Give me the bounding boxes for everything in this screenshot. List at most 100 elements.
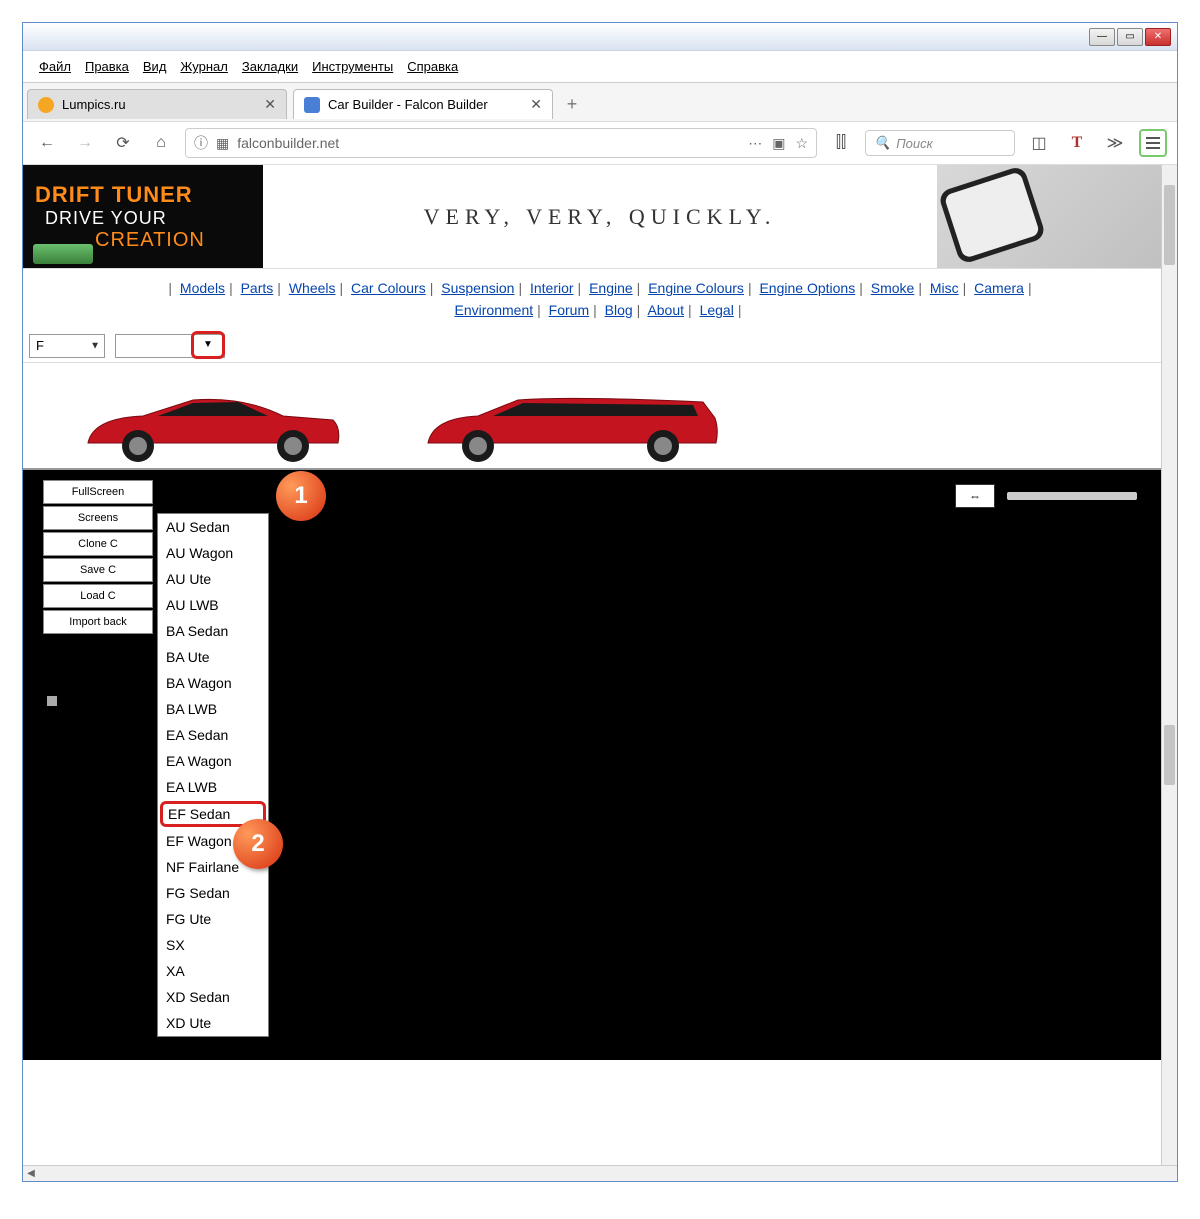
nav-engine-options[interactable]: Engine Options [759,280,855,296]
nav-environment[interactable]: Environment [455,302,534,318]
car-sedan-graphic [83,388,343,468]
tab-carbuilder[interactable]: Car Builder - Falcon Builder ✕ [293,89,553,119]
fullscreen-button[interactable]: FullScreen [43,480,153,504]
scroll-thumb[interactable] [1164,725,1175,785]
close-tab-icon[interactable]: ✕ [530,96,542,113]
overflow-icon[interactable]: ≫ [1101,129,1129,157]
screens-button[interactable]: Screens [43,506,153,530]
option-au-lwb[interactable]: AU LWB [158,592,268,618]
tab-lumpics[interactable]: Lumpics.ru ✕ [27,89,287,119]
import-back-button[interactable]: Import back [43,610,153,634]
back-button[interactable]: ← [33,129,61,157]
search-placeholder: Поиск [896,136,933,151]
ad-line: DRIVE YOUR [45,208,251,229]
menu-help[interactable]: Справка [401,57,464,76]
reader-icon[interactable]: ▣ [772,135,785,152]
load-button[interactable]: Load C [43,584,153,608]
nav-misc[interactable]: Misc [930,280,959,296]
minimize-button[interactable]: — [1089,28,1115,46]
option-ea-sedan[interactable]: EA Sedan [158,722,268,748]
stage-marker [47,696,57,706]
nav-smoke[interactable]: Smoke [871,280,915,296]
page-hscrollbar[interactable]: ◀ [23,1165,1177,1181]
width-slider[interactable] [1007,492,1137,500]
banner: DRIFT TUNER DRIVE YOUR CREATION VERY, VE… [23,165,1177,269]
option-xd-sedan[interactable]: XD Sedan [158,984,268,1010]
scroll-left-icon[interactable]: ◀ [23,1166,39,1182]
nav-models[interactable]: Models [180,280,225,296]
nav-about[interactable]: About [647,302,684,318]
forward-button[interactable]: → [71,129,99,157]
banner-tagline: VERY, VERY, QUICKLY. [263,165,937,268]
option-fg-ute[interactable]: FG Ute [158,906,268,932]
url-text: falconbuilder.net [237,135,339,151]
option-xd-ute[interactable]: XD Ute [158,1010,268,1036]
option-ba-sedan[interactable]: BA Sedan [158,618,268,644]
model-dropdown-list: AU Sedan AU Wagon AU Ute AU LWB BA Sedan… [157,513,269,1037]
option-au-ute[interactable]: AU Ute [158,566,268,592]
nav-blog[interactable]: Blog [605,302,633,318]
banner-ad-right[interactable] [937,165,1177,268]
maximize-button[interactable]: ▭ [1117,28,1143,46]
search-box[interactable]: 🔍 Поиск [865,130,1015,156]
option-ea-wagon[interactable]: EA Wagon [158,748,268,774]
new-tab-button[interactable]: + [559,91,585,117]
nav-parts[interactable]: Parts [241,280,274,296]
scroll-thumb[interactable] [1164,185,1175,265]
page-vscrollbar[interactable] [1161,165,1177,1165]
tab-title: Car Builder - Falcon Builder [328,97,488,112]
tab-favicon-icon [304,97,320,113]
menu-tools[interactable]: Инструменты [306,57,399,76]
car-preview-strip [23,362,1177,470]
menu-view[interactable]: Вид [137,57,173,76]
tool-icon[interactable]: T [1063,129,1091,157]
tab-favicon-icon [38,97,54,113]
home-button[interactable]: ⌂ [147,129,175,157]
option-au-sedan[interactable]: AU Sedan [158,514,268,540]
library-icon[interactable]: ⫿⫿ [827,129,855,157]
option-fg-sedan[interactable]: FG Sedan [158,880,268,906]
close-window-button[interactable]: ✕ [1145,28,1171,46]
option-au-wagon[interactable]: AU Wagon [158,540,268,566]
nav-suspension[interactable]: Suspension [441,280,514,296]
banner-ad-left[interactable]: DRIFT TUNER DRIVE YOUR CREATION [23,165,263,268]
menu-file[interactable]: Файл [33,57,77,76]
reload-button[interactable]: ⟳ [109,129,137,157]
clone-button[interactable]: Clone C [43,532,153,556]
search-icon: 🔍 [874,135,890,151]
option-ba-wagon[interactable]: BA Wagon [158,670,268,696]
more-icon[interactable]: ⋯ [748,135,762,152]
sidebar-icon[interactable]: ◫ [1025,129,1053,157]
hamburger-menu-button[interactable] [1139,129,1167,157]
nav-wheels[interactable]: Wheels [289,280,336,296]
option-xa[interactable]: XA [158,958,268,984]
nav-engine[interactable]: Engine [589,280,633,296]
nav-legal[interactable]: Legal [700,302,734,318]
option-ea-lwb[interactable]: EA LWB [158,774,268,800]
info-icon[interactable]: ⓘ [194,133,208,153]
close-tab-icon[interactable]: ✕ [264,96,276,113]
menu-bookmarks[interactable]: Закладки [236,57,304,76]
option-sx[interactable]: SX [158,932,268,958]
nav-forum[interactable]: Forum [549,302,589,318]
make-dropdown[interactable]: F ▼ [29,334,105,358]
nav-camera[interactable]: Camera [974,280,1024,296]
page-content: DRIFT TUNER DRIVE YOUR CREATION VERY, VE… [23,165,1177,1165]
star-icon[interactable]: ☆ [795,135,808,152]
nav-car-colours[interactable]: Car Colours [351,280,426,296]
save-button[interactable]: Save C [43,558,153,582]
ad-line: DRIFT TUNER [35,182,251,208]
chevron-down-icon: ▼ [203,339,213,350]
model-dropdown[interactable]: ▼ [115,334,225,358]
url-bar[interactable]: ⓘ ▦ falconbuilder.net ⋯ ▣ ☆ [185,128,817,158]
option-ba-ute[interactable]: BA Ute [158,644,268,670]
callout-2: 2 [233,819,283,869]
menu-history[interactable]: Журнал [174,57,233,76]
make-value: F [36,338,44,353]
stage-top-controls: ⇔ [955,484,1137,508]
car-width-icon[interactable]: ⇔ [955,484,995,508]
option-ba-lwb[interactable]: BA LWB [158,696,268,722]
menu-edit[interactable]: Правка [79,57,135,76]
nav-interior[interactable]: Interior [530,280,574,296]
nav-engine-colours[interactable]: Engine Colours [648,280,744,296]
